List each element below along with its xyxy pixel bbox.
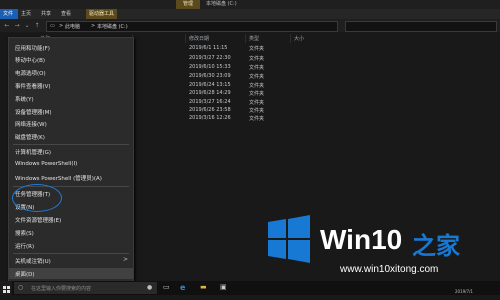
folder-search-input[interactable] [345, 21, 497, 32]
menu-item-label: 应用和功能(F) [15, 46, 50, 52]
menu-item-label: 移动中心(B) [15, 58, 46, 64]
row-type: 文件夹 [249, 83, 265, 89]
column-divider [185, 34, 186, 43]
edge-browser-icon[interactable]: e [180, 283, 190, 293]
row-date: 2019/6/1 11:15 [189, 45, 228, 51]
file-explorer-icon[interactable]: ▬ [200, 283, 210, 293]
row-date: 2019/3/27 22:30 [189, 55, 231, 61]
menu-item-apps-features[interactable]: 应用和功能(F) [9, 42, 133, 53]
ribbon-tabs: 文件 主页 共享 查看 驱动器工具 [0, 9, 500, 19]
column-date[interactable]: 修改日期 [189, 35, 209, 42]
tab-home[interactable]: 主页 [18, 9, 34, 19]
menu-item-label: 系统(Y) [15, 97, 34, 103]
watermark-url: www.win10xitong.com [340, 264, 439, 275]
tab-view[interactable]: 查看 [58, 9, 74, 19]
row-date: 2019/6/28 14:29 [189, 90, 231, 96]
menu-item-label: Windows PowerShell(I) [15, 161, 78, 167]
column-divider [245, 34, 246, 43]
menu-separator [13, 253, 129, 254]
menu-item-label: 设备管理器(M) [15, 110, 52, 116]
breadcrumb-this-pc[interactable]: 此电脑 [65, 23, 80, 30]
row-type: 文件夹 [249, 74, 265, 80]
row-type: 文件夹 [249, 46, 265, 52]
watermark-brand: Win10 [320, 224, 403, 255]
store-icon[interactable]: ▣ [220, 283, 230, 293]
menu-item-computer-management[interactable]: 计算机管理(G) [9, 146, 133, 157]
start-button[interactable] [0, 281, 12, 295]
row-type: 文件夹 [249, 116, 265, 122]
tab-drive-tools[interactable]: 驱动器工具 [86, 9, 118, 19]
recent-chevron-icon[interactable]: ⌄ [23, 21, 31, 30]
menu-item-label: 网络连接(W) [15, 122, 47, 128]
menu-item-network-connections[interactable]: 网络连接(W) [9, 118, 133, 129]
row-type: 文件夹 [249, 91, 265, 97]
row-date: 2019/6/24 13:15 [189, 82, 231, 88]
menu-item-file-explorer[interactable]: 文件资源管理器(E) [9, 214, 133, 225]
menu-item-label: Windows PowerShell (管理员)(A) [15, 176, 102, 182]
menu-item-label: 计算机管理(G) [15, 150, 52, 156]
chevron-right-icon: > [122, 256, 128, 263]
address-bar[interactable]: ▭ > 此电脑 > 本地磁盘 (C:) [46, 21, 338, 32]
crumb-separator: > [91, 23, 96, 29]
menu-item-power-options[interactable]: 电源选项(O) [9, 67, 133, 78]
breadcrumb-local-disk[interactable]: 本地磁盘 (C:) [97, 23, 128, 30]
menu-item-desktop[interactable]: 桌面(D) [9, 268, 133, 279]
search-icon: ○ [18, 284, 24, 291]
title-bar: 管理 本地磁盘 (C:) [0, 0, 500, 9]
up-arrow-icon[interactable]: ↑ [33, 21, 41, 30]
microphone-icon[interactable]: ● [147, 284, 152, 291]
column-divider [290, 34, 291, 43]
menu-item-device-manager[interactable]: 设备管理器(M) [9, 106, 133, 117]
menu-item-search[interactable]: 搜索(S) [9, 227, 133, 238]
column-size[interactable]: 大小 [294, 35, 304, 42]
menu-item-label: 文件资源管理器(E) [15, 218, 62, 224]
menu-item-label: 磁盘管理(K) [15, 135, 45, 141]
context-tab-management[interactable]: 管理 [176, 0, 200, 9]
menu-item-shutdown-signout[interactable]: 关机或注销(U) > [9, 255, 133, 266]
row-type: 文件夹 [249, 108, 265, 114]
row-date: 2019/6/30 23:09 [189, 73, 231, 79]
menu-separator [13, 144, 129, 145]
taskbar-search-box[interactable]: ○ 在这里输入你要搜索的内容 ● [14, 282, 157, 294]
tray-date: 2019/7/1 [455, 289, 473, 294]
menu-item-powershell[interactable]: Windows PowerShell(I) [9, 159, 133, 170]
menu-item-label: 桌面(D) [15, 272, 35, 278]
highlight-circle [12, 184, 62, 212]
watermark-brand-suffix: 之家 [412, 233, 460, 260]
windows-start-icon [3, 286, 10, 293]
menu-item-label: 事件查看器(V) [15, 84, 51, 90]
row-date: 2019/3/16 12:26 [189, 115, 231, 121]
drive-icon: ▭ [50, 23, 55, 29]
watermark: Win10 之家 www.win10xitong.com [262, 214, 500, 281]
menu-item-mobility-center[interactable]: 移动中心(B) [9, 54, 133, 65]
menu-item-label: 电源选项(O) [15, 71, 46, 77]
menu-item-label: 关机或注销(U) [15, 259, 51, 265]
tab-file[interactable]: 文件 [0, 9, 18, 19]
menu-item-disk-management[interactable]: 磁盘管理(K) [9, 131, 133, 142]
winx-context-menu: 应用和功能(F) 移动中心(B) 电源选项(O) 事件查看器(V) 系统(Y) … [8, 37, 134, 283]
menu-item-label: 运行(R) [15, 244, 35, 250]
menu-item-run[interactable]: 运行(R) [9, 240, 133, 251]
forward-arrow-icon[interactable]: → [13, 21, 21, 30]
back-arrow-icon[interactable]: ← [3, 21, 11, 30]
tab-share[interactable]: 共享 [38, 9, 54, 19]
menu-item-system[interactable]: 系统(Y) [9, 93, 133, 104]
crumb-separator: > [59, 23, 64, 29]
row-type: 文件夹 [249, 100, 265, 106]
row-type: 文件夹 [249, 56, 265, 62]
window-title: 本地磁盘 (C:) [206, 1, 237, 7]
row-date: 2019/3/27 16:24 [189, 99, 231, 105]
row-date: 2019/6/26 23:58 [189, 107, 231, 113]
taskbar-search-placeholder: 在这里输入你要搜索的内容 [31, 286, 92, 292]
column-type[interactable]: 类型 [249, 35, 259, 42]
menu-item-event-viewer[interactable]: 事件查看器(V) [9, 80, 133, 91]
row-type: 文件夹 [249, 65, 265, 71]
menu-item-powershell-admin[interactable]: Windows PowerShell (管理员)(A) [9, 172, 133, 183]
task-view-icon[interactable]: ▭ [163, 283, 173, 293]
row-date: 2019/6/10 15:33 [189, 64, 231, 70]
menu-item-label: 搜索(S) [15, 231, 34, 237]
